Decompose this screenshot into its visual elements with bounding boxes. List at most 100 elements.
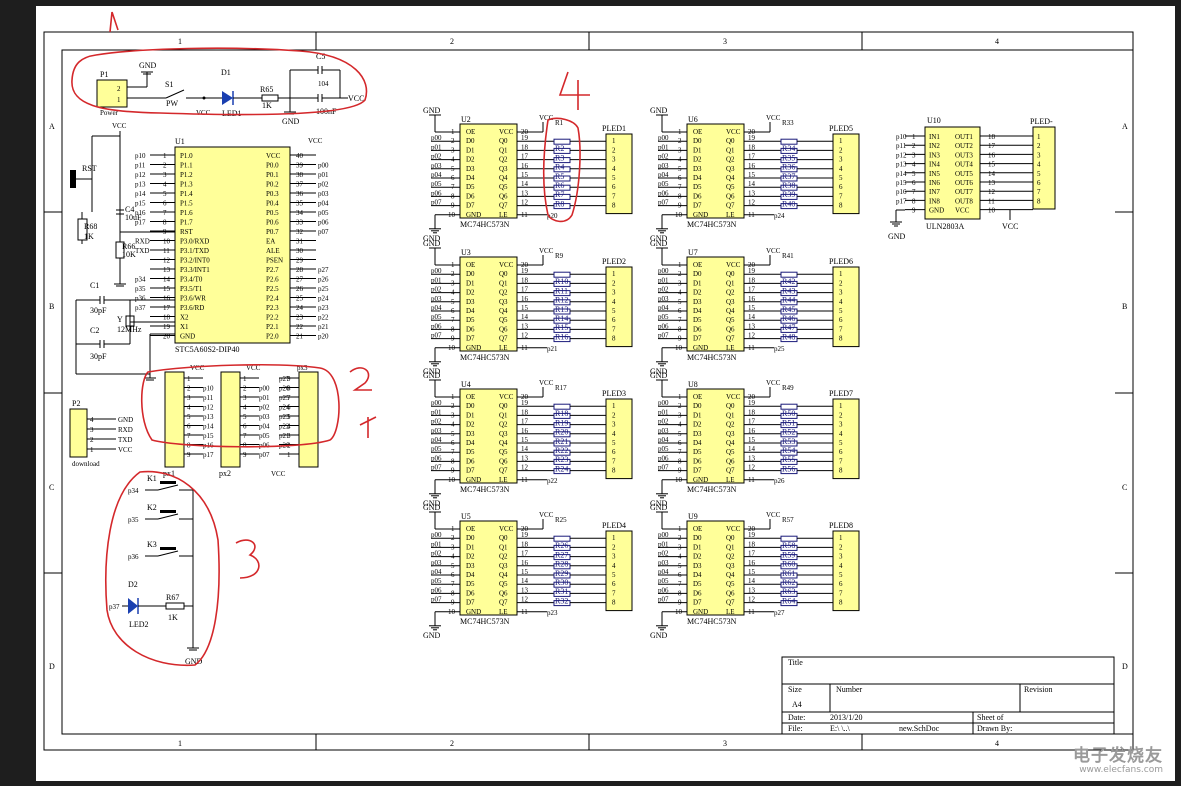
latch-pin-name: LE bbox=[499, 344, 508, 352]
download-pin-net: RXD bbox=[118, 426, 133, 434]
header-pin-num: 1 bbox=[287, 451, 291, 459]
latch-in-net: p04 bbox=[431, 436, 442, 444]
mcu-pin-name: VCC bbox=[266, 152, 281, 160]
latch-pin-num: 17 bbox=[521, 286, 529, 294]
download-body bbox=[69, 408, 88, 458]
latch-pin-num: 13 bbox=[748, 189, 756, 197]
latch-part: MC74HC573N bbox=[687, 485, 737, 494]
latch-pin-num: 19 bbox=[521, 267, 529, 275]
latch-pin-name: Q2 bbox=[499, 289, 508, 297]
latch-led-ref: PLED5 bbox=[829, 124, 853, 133]
mcu-pin-name: P2.1 bbox=[266, 323, 279, 331]
latch-led-pin: 4 bbox=[612, 562, 616, 570]
latch-pin-num: 2 bbox=[451, 270, 455, 278]
latch-pin-num: 14 bbox=[748, 180, 756, 188]
mcu-pin-net: p21 bbox=[318, 323, 329, 331]
latch-pin-num: 8 bbox=[678, 325, 682, 333]
number-label: Number bbox=[836, 685, 863, 694]
latch-pin-name: D5 bbox=[466, 448, 475, 456]
latch-led-pin: 7 bbox=[839, 457, 843, 465]
r67-ref: R67 bbox=[166, 593, 179, 602]
mcu-pin-net: RXD bbox=[135, 238, 150, 246]
header-pin-num: 5 bbox=[243, 413, 247, 421]
power-pin-1: 1 bbox=[117, 96, 121, 104]
latch-in-net: p04 bbox=[658, 171, 669, 179]
latch-pin-name: D0 bbox=[466, 534, 475, 542]
mcu-pin-net: p27 bbox=[318, 266, 329, 274]
mcu-pin-net: p13 bbox=[135, 181, 146, 189]
latch-pin-num: 7 bbox=[451, 448, 455, 456]
zone-row-left-0: A bbox=[49, 122, 55, 131]
latch-pin-num: 6 bbox=[678, 439, 682, 447]
latch-led-pin: 2 bbox=[839, 543, 843, 551]
latch-pin-num: 1 bbox=[678, 525, 682, 533]
annotation-3-mark bbox=[235, 539, 260, 579]
led1-name: LED1 bbox=[222, 109, 242, 118]
latch-pin-num: 18 bbox=[521, 143, 529, 151]
uln-led-pin: 8 bbox=[1037, 197, 1041, 205]
latch-pin-name: Q6 bbox=[499, 192, 508, 200]
latch-led-ref: PLED6 bbox=[829, 257, 853, 266]
latch-vcc-label: VCC bbox=[539, 247, 554, 255]
reset-vcc-label: VCC bbox=[112, 122, 127, 130]
latch-pin-name: D2 bbox=[466, 421, 475, 429]
latch-pin-num: 2 bbox=[678, 402, 682, 410]
header-pin-net: p04 bbox=[259, 423, 270, 431]
mcu-pin-net: p01 bbox=[318, 171, 329, 179]
uln-pin-num: 4 bbox=[912, 161, 916, 169]
latch-in-net: p01 bbox=[658, 540, 669, 548]
latch-in-net: p01 bbox=[431, 408, 442, 416]
zone-col-bottom-3: 3 bbox=[723, 739, 727, 748]
latch-in-net: p04 bbox=[431, 171, 442, 179]
latch-pin-name: LE bbox=[499, 476, 508, 484]
latch-pin-num: 14 bbox=[748, 577, 756, 585]
latch-pin-num: 7 bbox=[451, 580, 455, 588]
latch-led-ref: PLED1 bbox=[602, 124, 626, 133]
latch-pin-num: 19 bbox=[748, 134, 756, 142]
latch-pin-name: D1 bbox=[466, 279, 475, 287]
latch-pin-num: 16 bbox=[748, 162, 756, 170]
header-pin-num: 6 bbox=[243, 423, 247, 431]
latch-pin-num: 14 bbox=[521, 180, 529, 188]
download-pin-net: TXD bbox=[118, 436, 132, 444]
latch-pin-num: 18 bbox=[521, 276, 529, 284]
uln-pin-name: OUT4 bbox=[955, 161, 973, 169]
latch-pin-num: 2 bbox=[451, 534, 455, 542]
latch-in-net: p02 bbox=[431, 418, 442, 426]
latch-in-net: p07 bbox=[431, 199, 442, 207]
latch-pin-name: LE bbox=[726, 344, 735, 352]
latch-pin-name: D5 bbox=[466, 316, 475, 324]
latch-led-pin: 5 bbox=[612, 571, 616, 579]
latch-in-net: p05 bbox=[658, 313, 669, 321]
latch-pin-num: 13 bbox=[748, 586, 756, 594]
latch-pin-num: 7 bbox=[678, 448, 682, 456]
annotation-3-outline bbox=[105, 470, 220, 667]
uln-pin-num: 6 bbox=[912, 179, 916, 187]
latch-pin-num: 13 bbox=[521, 322, 529, 330]
latch-in-net: p01 bbox=[431, 276, 442, 284]
r65-value: 1K bbox=[262, 101, 272, 110]
latch-gnd-top-label: GND bbox=[650, 106, 668, 115]
latch-pin-name: D0 bbox=[693, 270, 702, 278]
latch-pin-name: Q1 bbox=[499, 279, 508, 287]
annotation-4-mark bbox=[558, 71, 590, 110]
watermark: 电子发烧友 www.elecfans.com bbox=[1073, 747, 1163, 776]
latch-led-pin: 2 bbox=[839, 411, 843, 419]
latch-pin-name: D6 bbox=[693, 325, 702, 333]
latch-led-connector bbox=[832, 133, 860, 215]
latch-led-pin: 7 bbox=[839, 589, 843, 597]
latch-in-net: p03 bbox=[431, 162, 442, 170]
latch-pin-num: 17 bbox=[748, 550, 756, 558]
latch-in-net: p01 bbox=[658, 276, 669, 284]
latch-in-net: p03 bbox=[431, 295, 442, 303]
key-ref-2: K2 bbox=[147, 503, 157, 512]
uln-gnd-label: GND bbox=[888, 232, 906, 241]
uln-led-pin: 6 bbox=[1037, 179, 1041, 187]
uln-pin-name: OUT1 bbox=[955, 133, 973, 141]
latch-block-U5: GNDU5MC74HC573NOED0D1D2D3D4D5D6D7GNDVCCQ… bbox=[423, 503, 633, 640]
latch-pin-num: 9 bbox=[678, 599, 682, 607]
latch-pin-num: 19 bbox=[748, 399, 756, 407]
uln-pin-num: 1 bbox=[912, 133, 916, 141]
uln-in-net: p10 bbox=[896, 133, 907, 141]
latch-pin-name: D7 bbox=[466, 335, 475, 343]
